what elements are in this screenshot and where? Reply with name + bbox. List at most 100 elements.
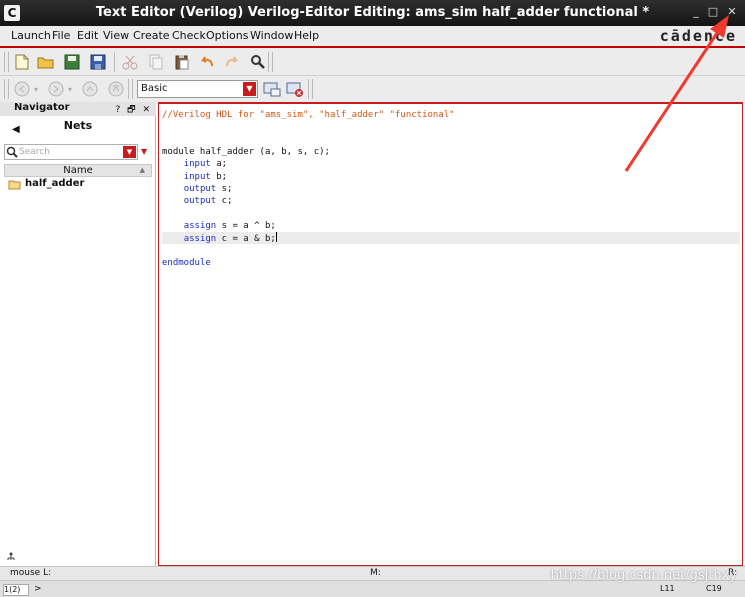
save-icon[interactable] xyxy=(88,52,108,72)
window-title: Text Editor (Verilog) Verilog-Editor Edi… xyxy=(95,5,650,20)
navigation-toolbar: ▾ ▾ xyxy=(0,76,745,102)
keyword-token: output xyxy=(183,196,217,207)
maximize-icon[interactable]: □ xyxy=(706,5,720,19)
text-cursor xyxy=(275,232,277,242)
menu-check[interactable]: Check xyxy=(172,29,206,42)
workspace-icon[interactable] xyxy=(262,79,282,99)
code-line[interactable] xyxy=(162,121,740,133)
menu-file[interactable]: File xyxy=(52,29,70,42)
panel-controls[interactable]: ? 🗗 ✕ xyxy=(116,102,153,118)
navigator-section-title: Nets xyxy=(63,119,93,132)
code-line[interactable] xyxy=(162,207,740,219)
keyword-token: assign xyxy=(183,220,217,231)
copy-icon[interactable] xyxy=(146,52,166,72)
code-token: c = a & b; xyxy=(216,234,276,244)
up-circle-icon[interactable] xyxy=(80,79,100,99)
code-token: s = a ^ b; xyxy=(216,220,276,231)
list-item-label: half_adder xyxy=(25,178,85,189)
menu-help[interactable]: Help xyxy=(294,29,319,42)
paste-icon[interactable] xyxy=(172,52,192,72)
toolbar-grip[interactable] xyxy=(128,79,133,99)
comment-token: //Verilog HDL for "ams_sim", "half_adder… xyxy=(162,110,455,120)
main-toolbar xyxy=(0,48,745,76)
menu-bar: Launch File Edit View Create Check Optio… xyxy=(0,26,745,46)
close-icon[interactable]: ✕ xyxy=(725,5,739,19)
toolbar-grip[interactable] xyxy=(4,79,9,99)
minimize-icon[interactable]: _ xyxy=(689,5,703,19)
workspace-delete-icon[interactable] xyxy=(285,79,305,99)
menu-create[interactable]: Create xyxy=(133,29,170,42)
code-editor[interactable]: //Verilog HDL for "ams_sim", "half_adder… xyxy=(158,102,743,566)
forward-circle-icon[interactable] xyxy=(46,79,66,99)
command-prompt[interactable]: > xyxy=(34,584,42,594)
workspace-select-value: Basic xyxy=(141,83,168,94)
column-label: Name xyxy=(63,165,93,176)
search-placeholder: Search xyxy=(19,147,50,157)
code-line[interactable]: endmodule xyxy=(162,257,740,269)
undo-icon[interactable] xyxy=(197,52,217,72)
navigator-panel: Navigator ? 🗗 ✕ ◀ Nets Search ▼ ▼ Name ▲… xyxy=(0,102,156,566)
workspace-select[interactable]: Basic ▼ xyxy=(137,80,258,98)
back-dropdown-icon[interactable]: ▾ xyxy=(30,79,42,99)
cursor-line: L11 xyxy=(660,584,675,593)
sort-icon: ▲ xyxy=(139,166,145,174)
search-icon[interactable] xyxy=(248,52,268,72)
code-line[interactable]: //Verilog HDL for "ams_sim", "half_adder… xyxy=(162,109,740,121)
menu-launch[interactable]: Launch xyxy=(11,29,51,42)
keyword-token: input xyxy=(183,171,211,182)
code-line[interactable]: output c; xyxy=(162,195,740,207)
navigator-title: Navigator xyxy=(14,102,70,113)
forward-dropdown-icon[interactable]: ▾ xyxy=(64,79,76,99)
code-line[interactable]: input b; xyxy=(162,171,740,183)
menu-options[interactable]: Options xyxy=(206,29,248,42)
cut-icon[interactable] xyxy=(120,52,140,72)
code-token: b; xyxy=(210,171,228,182)
code-line[interactable]: assign s = a ^ b; xyxy=(162,220,740,232)
back-circle-icon[interactable] xyxy=(12,79,32,99)
toolbar-grip[interactable] xyxy=(308,79,313,99)
mouse-middle-status: M: xyxy=(370,568,381,578)
navigator-header: Navigator ? 🗗 ✕ xyxy=(0,102,156,116)
toolbar-grip[interactable] xyxy=(268,52,273,72)
cursor-column: C19 xyxy=(706,584,722,593)
open-folder-icon[interactable] xyxy=(36,52,56,72)
menu-view[interactable]: View xyxy=(103,29,129,42)
keyword-token: input xyxy=(183,159,211,170)
command-counter: 1(2) xyxy=(3,584,29,596)
top-circle-icon[interactable] xyxy=(106,79,126,99)
hierarchy-icon[interactable] xyxy=(6,552,16,562)
toolbar-grip[interactable] xyxy=(4,52,9,72)
save-as-icon[interactable] xyxy=(62,52,82,72)
code-line[interactable]: module half_adder (a, b, s, c); xyxy=(162,146,740,158)
title-bar: C Text Editor (Verilog) Verilog-Editor E… xyxy=(0,0,745,26)
watermark: https://blog.csdn.net/gsjthxy xyxy=(550,568,737,583)
menu-edit[interactable]: Edit xyxy=(77,29,98,42)
search-icon xyxy=(6,146,18,161)
code-token: a; xyxy=(210,159,228,170)
search-options-icon[interactable]: ▼ xyxy=(141,147,147,156)
toolbar-separator xyxy=(114,52,115,72)
code-line[interactable]: input a; xyxy=(162,158,740,170)
menu-window[interactable]: Window xyxy=(250,29,293,42)
keyword-token: assign xyxy=(183,234,217,244)
code-token: module half_adder (a, b, s, c); xyxy=(162,146,330,157)
keyword-token: endmodule xyxy=(162,257,211,268)
cadence-logo: cādence xyxy=(659,27,737,45)
search-filter-dropdown[interactable]: ▼ xyxy=(123,146,136,158)
redo-icon[interactable] xyxy=(222,52,242,72)
chevron-down-icon[interactable]: ▼ xyxy=(243,82,256,96)
navigator-search-input[interactable]: Search ▼ xyxy=(4,144,138,160)
code-token: c; xyxy=(216,196,233,207)
name-column-header[interactable]: Name ▲ xyxy=(4,164,152,177)
code-line[interactable] xyxy=(162,134,740,146)
code-line[interactable]: assign c = a & b; xyxy=(162,232,740,244)
code-line[interactable]: output s; xyxy=(162,183,740,195)
mouse-left-status: mouse L: xyxy=(10,568,52,578)
code-line[interactable] xyxy=(162,244,740,256)
new-file-icon[interactable] xyxy=(12,52,32,72)
